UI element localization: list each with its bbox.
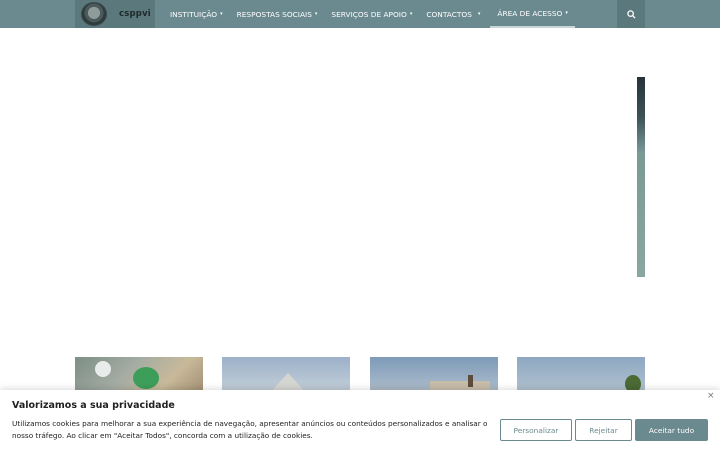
menu-item-label: ÁREA DE ACESSO [497,8,563,18]
menu-item-label: INSTITUIÇÃO [170,9,218,19]
brand[interactable]: csppvi [75,0,155,28]
menu-item-label: RESPOSTAS SOCIAIS [236,9,312,19]
hero-slider[interactable] [75,28,645,328]
menu-item-label: SERVIÇOS DE APOIO [331,9,407,19]
chevron-down-icon: ▾ [565,10,568,16]
slider-scroll-indicator[interactable] [637,77,645,277]
chevron-down-icon: ▾ [314,11,318,17]
main-menu: INSTITUIÇÃO ▾ RESPOSTAS SOCIAIS ▾ SERVIÇ… [163,0,575,28]
accept-all-button[interactable]: Aceitar tudo [635,419,708,441]
menu-item-contactos[interactable]: CONTACTOS ▾ [419,0,490,28]
cookie-text: Utilizamos cookies para melhorar a sua e… [12,419,488,440]
reject-button[interactable]: Rejeitar [575,419,632,441]
menu-item-respostas-sociais[interactable]: RESPOSTAS SOCIAIS ▾ [230,0,325,28]
search-button[interactable] [617,0,645,28]
top-navbar: csppvi INSTITUIÇÃO ▾ RESPOSTAS SOCIAIS ▾… [0,0,720,28]
search-icon [626,9,636,19]
menu-item-label: CONTACTOS [426,9,472,19]
page: csppvi INSTITUIÇÃO ▾ RESPOSTAS SOCIAIS ▾… [0,0,720,450]
close-icon[interactable]: × [707,391,715,401]
brand-name: csppvi [119,9,151,19]
chevron-down-icon: ▾ [477,11,481,17]
menu-item-servicos-de-apoio[interactable]: SERVIÇOS DE APOIO ▾ [324,0,419,28]
customize-button[interactable]: Personalizar [500,419,572,441]
crest-logo-icon [81,2,107,26]
cookie-title: Valorizamos a sua privacidade [12,400,175,411]
cookie-banner: × Valorizamos a sua privacidade Utilizam… [0,390,720,450]
menu-item-instituicao[interactable]: INSTITUIÇÃO ▾ [163,0,230,28]
chevron-down-icon: ▾ [409,11,413,17]
chevron-down-icon: ▾ [220,11,223,17]
menu-item-area-de-acesso[interactable]: ÁREA DE ACESSO ▾ [490,0,575,28]
